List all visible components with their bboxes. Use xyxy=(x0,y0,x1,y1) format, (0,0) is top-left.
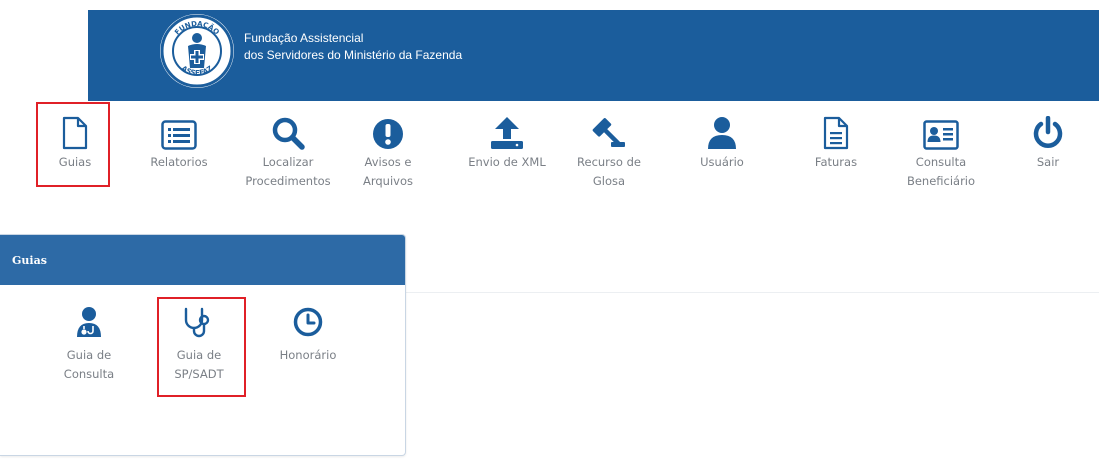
user-icon xyxy=(700,110,744,150)
panel-item-guia-consulta[interactable]: Guia de Consulta xyxy=(58,304,120,384)
nav-item-sair[interactable]: Sair xyxy=(1026,110,1070,172)
nav-label-recurso-line1: Recurso de xyxy=(577,155,641,169)
list-icon xyxy=(157,110,201,150)
nav-item-usuario[interactable]: Usuário xyxy=(692,110,752,172)
id-card-icon xyxy=(919,110,963,150)
nav-label-avisos-line2: Arquivos xyxy=(362,174,413,188)
nav-label-consulta-line1: Consulta xyxy=(915,155,967,169)
doctor-icon xyxy=(71,304,107,340)
nav-label-avisos: Avisos e Arquivos xyxy=(363,153,413,191)
exclamation-icon xyxy=(366,110,410,150)
highlight-guias xyxy=(36,102,110,187)
upload-icon xyxy=(485,110,529,150)
panel-label-guia-consulta: Guia de Consulta xyxy=(64,346,114,384)
nav-label-recurso: Recurso de Glosa xyxy=(577,153,641,191)
nav-label-localizar-line2: Procedimentos xyxy=(245,174,331,188)
nav-item-relatorios[interactable]: Relatorios xyxy=(145,110,213,172)
nav-label-localizar-line1: Localizar xyxy=(262,155,314,169)
nav-item-faturas[interactable]: Faturas xyxy=(806,110,866,172)
nav-label-relatorios: Relatorios xyxy=(150,155,208,169)
highlight-guia-sp-sadt xyxy=(157,297,246,397)
nav-label-sair: Sair xyxy=(1036,155,1060,169)
guias-panel-header: Guias xyxy=(0,235,405,285)
nav-label-avisos-line1: Avisos e xyxy=(364,155,412,169)
nav-item-localizar-procedimentos[interactable]: Localizar Procedimentos xyxy=(236,110,340,191)
nav-item-recurso-glosa[interactable]: Recurso de Glosa xyxy=(574,110,644,191)
panel-label-guia-consulta-line2: Consulta xyxy=(63,367,115,381)
nav-label-envio: Envio de XML xyxy=(468,155,546,169)
nav-label-localizar: Localizar Procedimentos xyxy=(245,153,330,191)
nav-label-faturas: Faturas xyxy=(814,155,858,169)
power-icon xyxy=(1026,110,1070,150)
invoice-icon xyxy=(814,110,858,150)
assefaz-logo[interactable]: FUNDAÇÃO ASSEFAZ xyxy=(160,14,234,88)
search-icon xyxy=(266,110,310,150)
org-name-line2: dos Servidores do Ministério da Fazenda xyxy=(244,48,463,62)
organization-name: Fundação Assistencial dos Servidores do … xyxy=(244,30,462,64)
clock-icon xyxy=(290,304,326,340)
nav-label-consulta-line2: Beneficiário xyxy=(906,174,976,188)
nav-item-avisos-arquivos[interactable]: Avisos e Arquivos xyxy=(356,110,420,191)
gavel-icon xyxy=(587,110,631,150)
panel-label-guia-consulta-line1: Guia de xyxy=(66,348,112,362)
panel-label-honorario: Honorário xyxy=(279,348,337,362)
content-divider xyxy=(404,292,1099,293)
nav-label-usuario: Usuário xyxy=(700,155,744,169)
guias-panel-title: Guias xyxy=(12,253,47,267)
panel-item-honorario[interactable]: Honorário xyxy=(266,304,350,365)
header-banner: FUNDAÇÃO ASSEFAZ Fundação Assistencial d… xyxy=(88,10,1099,101)
nav-item-consulta-beneficiario[interactable]: Consulta Beneficiário xyxy=(898,110,984,191)
nav-label-consulta: Consulta Beneficiário xyxy=(907,153,975,191)
org-name-line1: Fundação Assistencial xyxy=(244,31,364,45)
nav-label-recurso-line2: Glosa xyxy=(592,174,626,188)
nav-item-envio-xml[interactable]: Envio de XML xyxy=(454,110,560,172)
